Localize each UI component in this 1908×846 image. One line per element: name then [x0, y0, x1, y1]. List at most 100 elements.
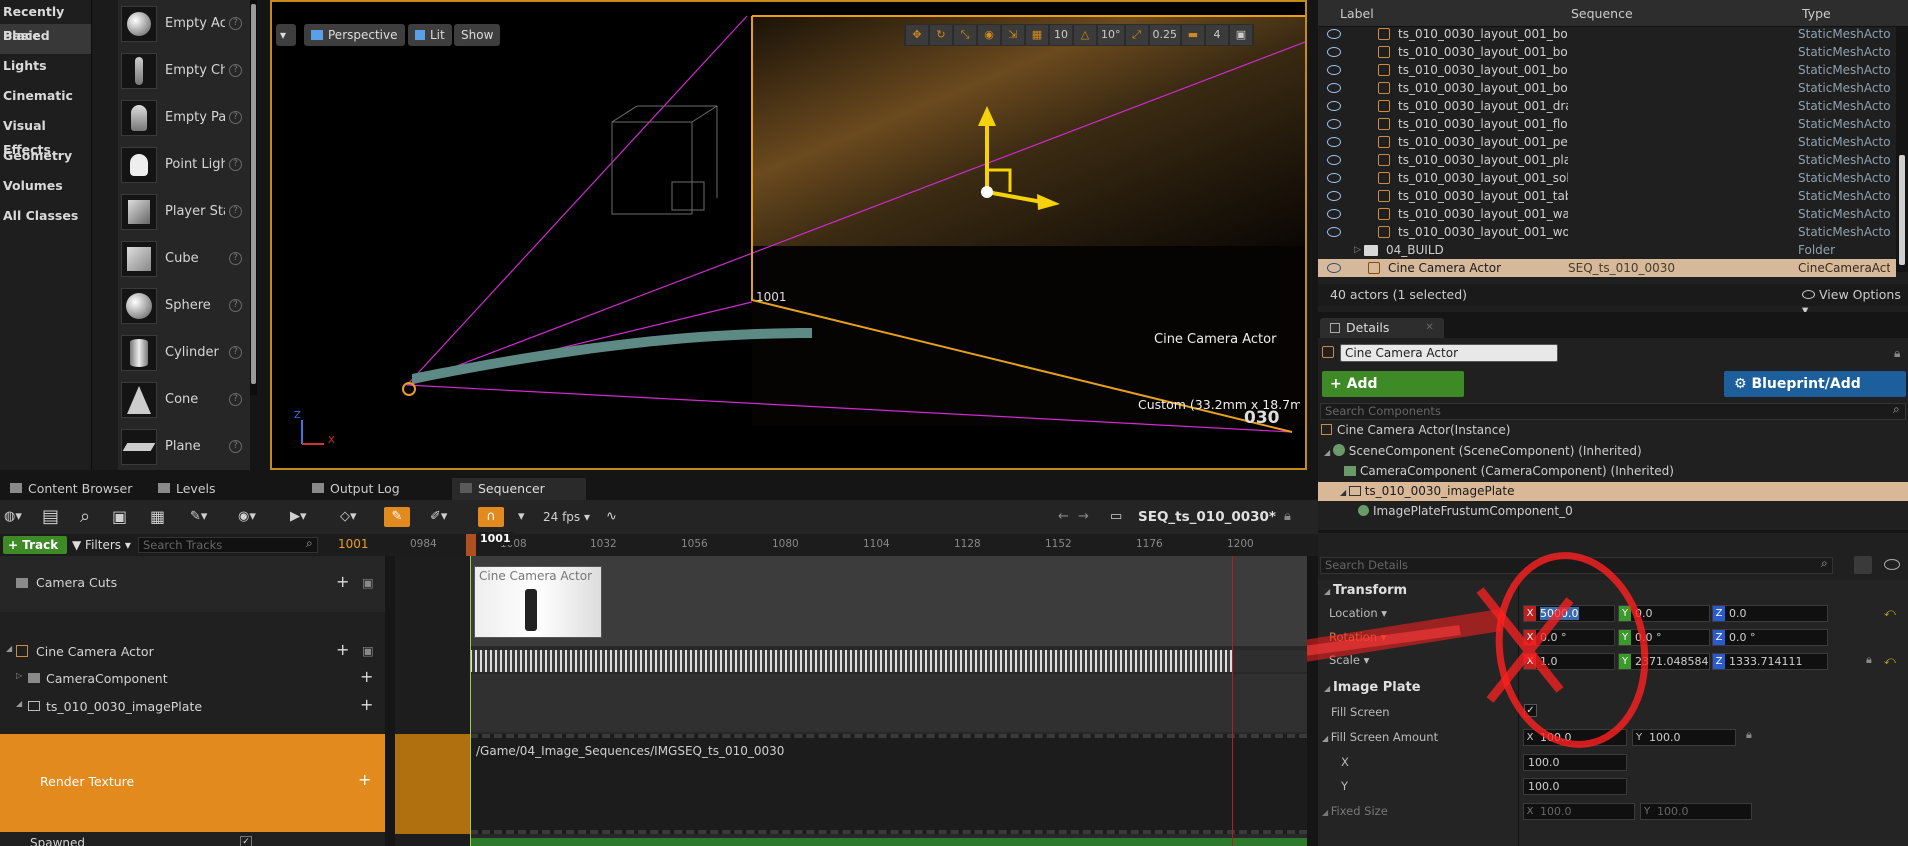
lock-icon[interactable]: 🔒︎ [1284, 507, 1291, 527]
add-track-button[interactable]: + Track [3, 536, 67, 554]
help-icon[interactable]: ? [229, 205, 242, 218]
add-icon[interactable]: + [336, 572, 349, 591]
rotation-y-field[interactable]: Y 0.0 ° [1618, 629, 1710, 646]
place-scrollbar[interactable] [250, 0, 257, 395]
help-icon[interactable]: ? [229, 393, 242, 406]
scale-lock-icon[interactable]: 🔒︎ [1866, 653, 1872, 667]
category-visual-effects[interactable]: Visual Effects [0, 114, 91, 157]
eye-icon[interactable] [1327, 83, 1341, 93]
fill-screen-amount-x[interactable]: X 100.0 [1523, 729, 1627, 746]
lock-icon[interactable]: 🔒︎ [1894, 346, 1900, 361]
component-instance[interactable]: Cine Camera Actor(Instance) [1321, 421, 1510, 440]
scale-label[interactable]: Scale ▾ [1329, 653, 1369, 667]
view-options-button[interactable]: View Options ▾ [1802, 287, 1908, 312]
place-item-plane[interactable]: Plane ? [118, 423, 250, 470]
help-icon[interactable]: ? [229, 17, 242, 30]
category-all-classes[interactable]: All Classes [0, 204, 91, 234]
forward-arrow-icon[interactable]: → [1078, 507, 1089, 527]
rotate-icon[interactable]: ↻ [930, 25, 952, 45]
location-x-field[interactable]: X 5000.0 [1523, 605, 1615, 622]
lit-button[interactable]: Lit [408, 24, 452, 46]
world-icon[interactable]: ◉ [978, 25, 1000, 45]
place-item-cone[interactable]: Cone ? [118, 376, 250, 423]
category-geometry[interactable]: Geometry [0, 144, 91, 174]
actor-name-field[interactable]: Cine Camera Actor [1340, 344, 1558, 362]
eye-icon[interactable] [1327, 101, 1341, 111]
scale-size[interactable]: 0.25 [1149, 25, 1180, 45]
eye-icon[interactable] [1327, 209, 1341, 219]
fill-screen-amount-y[interactable]: Y 100.0 [1632, 729, 1736, 746]
list-item[interactable]: ts_010_0030_layout_001_penT StaticMeshAct… [1318, 133, 1896, 151]
visibility-icon[interactable] [1884, 559, 1900, 570]
viewport-options-button[interactable]: ▾ [276, 24, 296, 46]
close-icon[interactable]: ✕ [1425, 318, 1433, 338]
maximize-icon[interactable]: ▣ [1230, 25, 1252, 45]
pencil-icon[interactable]: ✐▾ [430, 507, 447, 527]
category-cinematic[interactable]: Cinematic [0, 84, 91, 114]
angle-size[interactable]: 10° [1098, 25, 1124, 45]
fixed-size-x[interactable]: X 100.0 [1523, 803, 1635, 820]
fps-dropdown[interactable]: 24 fps ▾ [543, 507, 590, 527]
ratio-lock-icon[interactable]: 🔒︎ [1746, 728, 1752, 742]
blueprint-add-script-button[interactable]: ⚙ Blueprint/Add Script [1724, 371, 1906, 418]
eye-icon[interactable] [1327, 65, 1341, 75]
track-splitter[interactable] [385, 556, 395, 846]
place-item-player-start[interactable]: Player Sta ? [118, 188, 250, 235]
playhead-marker[interactable] [466, 534, 476, 556]
list-item[interactable]: ts_010_0030_layout_001_box_(StaticMeshAc… [1318, 79, 1896, 97]
scale-y-field[interactable]: Y 2371.048584 [1618, 653, 1710, 670]
scale-icon[interactable]: ⤡ [954, 25, 976, 45]
fsa-y-field[interactable]: 100.0 [1523, 778, 1627, 795]
place-item-empty-actor[interactable]: Empty Act ? [118, 0, 250, 47]
rotation-label[interactable]: Rotation ▾ [1329, 630, 1387, 644]
collapse-arrow-icon[interactable]: ◢ [1324, 448, 1333, 457]
list-item[interactable]: ts_010_0030_layout_001_wood StaticMeshAct… [1318, 223, 1896, 241]
play-icon[interactable]: ▶▾ [290, 507, 307, 527]
add-icon[interactable]: + [360, 695, 373, 714]
track-camera-component[interactable]: ▷ CameraComponent + [0, 667, 385, 691]
folder-icon[interactable]: ▭ [1110, 507, 1122, 527]
level-viewport[interactable]: ▾ Perspective Lit Show ✥ ↻ ⤡ ◉ ⇲ ▦ 10 △ … [270, 0, 1307, 470]
collapse-arrow-icon[interactable]: ◢ [6, 644, 12, 653]
tab-details[interactable]: Details ✕ [1320, 318, 1444, 338]
eye-icon[interactable] [1327, 173, 1341, 183]
camera-lock-icon[interactable]: ▣ [362, 643, 374, 658]
scale-z-field[interactable]: Z 1333.714111 [1712, 653, 1828, 670]
location-label[interactable]: Location ▾ [1329, 606, 1387, 620]
help-icon[interactable]: ? [229, 252, 242, 265]
perspective-button[interactable]: Perspective [304, 24, 405, 46]
track-camera-cuts[interactable]: Camera Cuts + ▣ [0, 556, 385, 612]
current-frame-field[interactable]: 1001 [338, 537, 369, 551]
component-scene[interactable]: ◢ SceneComponent (SceneComponent) (Inher… [1324, 442, 1642, 461]
track-cine-camera-actor[interactable]: ◢ Cine Camera Actor + ▣ [0, 640, 385, 664]
list-item[interactable]: ts_010_0030_layout_001_draw StaticMeshAct… [1318, 97, 1896, 115]
track-spawned[interactable]: Spawned ✓ [0, 834, 385, 846]
list-item[interactable]: ts_010_0030_layout_001_table StaticMeshAc… [1318, 187, 1896, 205]
location-z-field[interactable]: Z 0.0 [1712, 605, 1828, 622]
list-item[interactable]: ts_010_0030_layout_001_wall_ StaticMeshAc… [1318, 205, 1896, 223]
list-item[interactable]: ts_010_0030_layout_001_soldie StaticMeshA… [1318, 169, 1896, 187]
category-volumes[interactable]: Volumes [0, 174, 91, 204]
shot-thumbnail[interactable]: Cine Camera Actor [474, 566, 602, 638]
tab-content-browser[interactable]: Content Browser [2, 478, 140, 500]
component-image-plate[interactable]: ◢ ts_010_0030_imagePlate [1318, 482, 1908, 501]
folder-row[interactable]: ▷ 04_BUILD Folder [1318, 241, 1896, 259]
tab-output-log[interactable]: Output Log [304, 478, 408, 500]
wrench-icon[interactable]: ✎▾ [190, 507, 207, 527]
clapper-icon[interactable]: ▦ [150, 507, 165, 527]
rotation-z-field[interactable]: Z 0.0 ° [1712, 629, 1828, 646]
eye-icon[interactable] [1327, 191, 1341, 201]
angle-snap-icon[interactable]: △ [1074, 25, 1096, 45]
eye-icon[interactable] [1327, 227, 1341, 237]
eye-icon[interactable] [1327, 263, 1341, 273]
header-sequence[interactable]: Sequence [1571, 6, 1633, 21]
camera-speed[interactable]: 4 [1206, 25, 1228, 45]
scale-snap-icon[interactable]: ⤢ [1125, 25, 1148, 45]
search-details-input[interactable]: Search Details [1320, 557, 1833, 574]
add-component-button[interactable]: + Add Component [1322, 371, 1464, 418]
snap-icon[interactable]: ✎ [384, 507, 410, 527]
eye-icon[interactable]: ◉▾ [238, 507, 256, 527]
help-icon[interactable]: ? [229, 346, 242, 359]
fill-screen-checkbox[interactable]: ✓ [1524, 704, 1537, 717]
key-icon[interactable]: ◇▾ [340, 507, 357, 527]
